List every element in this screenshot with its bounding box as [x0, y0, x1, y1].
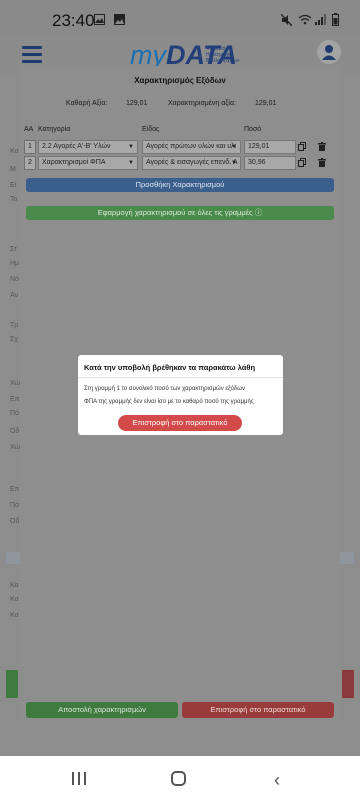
wifi-icon	[298, 14, 312, 25]
net-value-label: Καθαρή Αξία:	[66, 100, 108, 107]
recents-icon[interactable]	[72, 772, 90, 790]
chevron-down-icon: ▼	[231, 160, 237, 166]
kind-select[interactable]: Αγορές & εισαγωγές επενδ. Α ▼	[142, 156, 241, 170]
error-message-line: ΦΠΑ της γραμμής δεν είναι ίσο με το καθα…	[84, 399, 254, 405]
underlay-label: Το	[10, 196, 18, 203]
underlay-label: Τρ	[10, 322, 19, 329]
send-classifications-button[interactable]: Αποστολή χαρακτηρισμών	[26, 702, 178, 718]
underlay-label: Οδ	[10, 518, 20, 525]
dialog-title: Χαρακτηρισμός Εξόδων	[134, 76, 226, 85]
signal-icon	[315, 14, 326, 25]
copy-icon[interactable]	[298, 158, 306, 167]
chevron-down-icon: ▼	[128, 144, 134, 150]
add-classification-button[interactable]: Προσθήκη Χαρακτηρισμού	[26, 178, 334, 192]
underlay-label: Σχ	[10, 336, 19, 343]
error-dialog: Κατά την υποβολή βρέθηκαν τα παρακάτω λά…	[78, 355, 283, 435]
avatar[interactable]	[317, 40, 341, 64]
kind-select[interactable]: Αγορές πρώτων υλών και υλι ▼	[142, 140, 241, 154]
row-number: 1	[24, 140, 36, 154]
error-message-line: Στη γραμμή 1 το συνολικό ποσό των χαρακτ…	[84, 386, 245, 392]
delete-icon[interactable]	[318, 158, 326, 167]
home-icon[interactable]	[171, 771, 186, 786]
logo-subtitle: Ψηφιακό Ηλεκτρονικό Βιβλίο Αρχείων	[206, 46, 240, 64]
status-time: 23:40	[52, 11, 95, 30]
underlay-label: Νό	[10, 276, 19, 283]
underlay-label: Ημ	[10, 260, 20, 267]
amount-input[interactable]: 30,96	[244, 156, 296, 170]
divider	[78, 377, 283, 378]
error-title: Κατά την υποβολή βρέθηκαν τα παρακάτω λά…	[84, 363, 256, 372]
image-icon	[114, 14, 125, 25]
chevron-down-icon: ▼	[231, 144, 237, 150]
status-bar: 23:40	[0, 0, 360, 36]
underlay-label: Στ	[10, 246, 17, 253]
net-value: 129,01	[126, 100, 148, 107]
underlay-label: Επ	[10, 396, 20, 403]
back-icon[interactable]: ‹	[274, 770, 280, 791]
charged-value-label: Χαρακτηρισμένη αξία:	[168, 100, 236, 107]
delete-icon[interactable]	[318, 142, 326, 151]
error-return-button[interactable]: Επιστροφή στο παραστατικό	[118, 415, 242, 431]
chevron-down-icon: ▼	[128, 160, 134, 166]
return-to-document-button[interactable]: Επιστροφή στο παραστατικό	[182, 702, 334, 718]
table-row: 2 Χαρακτηρισμοί ΦΠΑ ▼ Αγορές & εισαγωγές …	[20, 156, 340, 170]
row-number: 2	[24, 156, 36, 170]
user-icon	[322, 45, 336, 60]
apply-to-all-lines-button[interactable]: Εφαρμογή χαρακτηρισμού σε όλες τις γραμμ…	[26, 206, 334, 220]
menu-icon[interactable]	[22, 46, 42, 63]
underlay-label: Επ	[10, 486, 20, 493]
underlay-red-button	[342, 670, 354, 698]
header-amount: Ποσό	[244, 126, 262, 133]
underlay-label: Χώ	[10, 444, 21, 451]
charged-value: 129,01	[255, 100, 277, 107]
battery-icon	[332, 13, 339, 26]
info-icon: ⓘ	[254, 208, 263, 217]
underlay-label: Χώ	[10, 380, 21, 387]
amount-input[interactable]: 129,01	[244, 140, 296, 154]
category-select[interactable]: 2.2 Αγορές Α'-Β' Υλών ▼	[38, 140, 138, 154]
gallery-icon	[94, 14, 105, 25]
underlay-label: Πό	[10, 410, 19, 417]
header-aa: ΑΑ	[24, 126, 34, 133]
copy-icon[interactable]	[298, 142, 306, 151]
header-kind: Είδος	[142, 126, 160, 133]
header-category: Κατηγορία	[38, 126, 71, 133]
underlay-label: Πό	[10, 502, 19, 509]
underlay-label: Οδ	[10, 428, 20, 435]
category-select[interactable]: Χαρακτηρισμοί ΦΠΑ ▼	[38, 156, 138, 170]
underlay-label: Κα	[10, 582, 19, 589]
underlay-label: Εί	[10, 182, 17, 189]
underlay-label: Αν	[10, 292, 19, 299]
underlay-label: Μ	[10, 166, 16, 173]
table-row: 1 2.2 Αγορές Α'-Β' Υλών ▼ Αγορές πρώτων υ…	[20, 140, 340, 154]
underlay-label: Κα	[10, 612, 19, 619]
system-nav-bar: ‹	[0, 756, 360, 800]
underlay-label: Κα	[10, 596, 19, 603]
mute-icon	[281, 14, 292, 26]
underlay-label: Κα	[10, 148, 19, 155]
underlay-green-button	[6, 670, 18, 698]
